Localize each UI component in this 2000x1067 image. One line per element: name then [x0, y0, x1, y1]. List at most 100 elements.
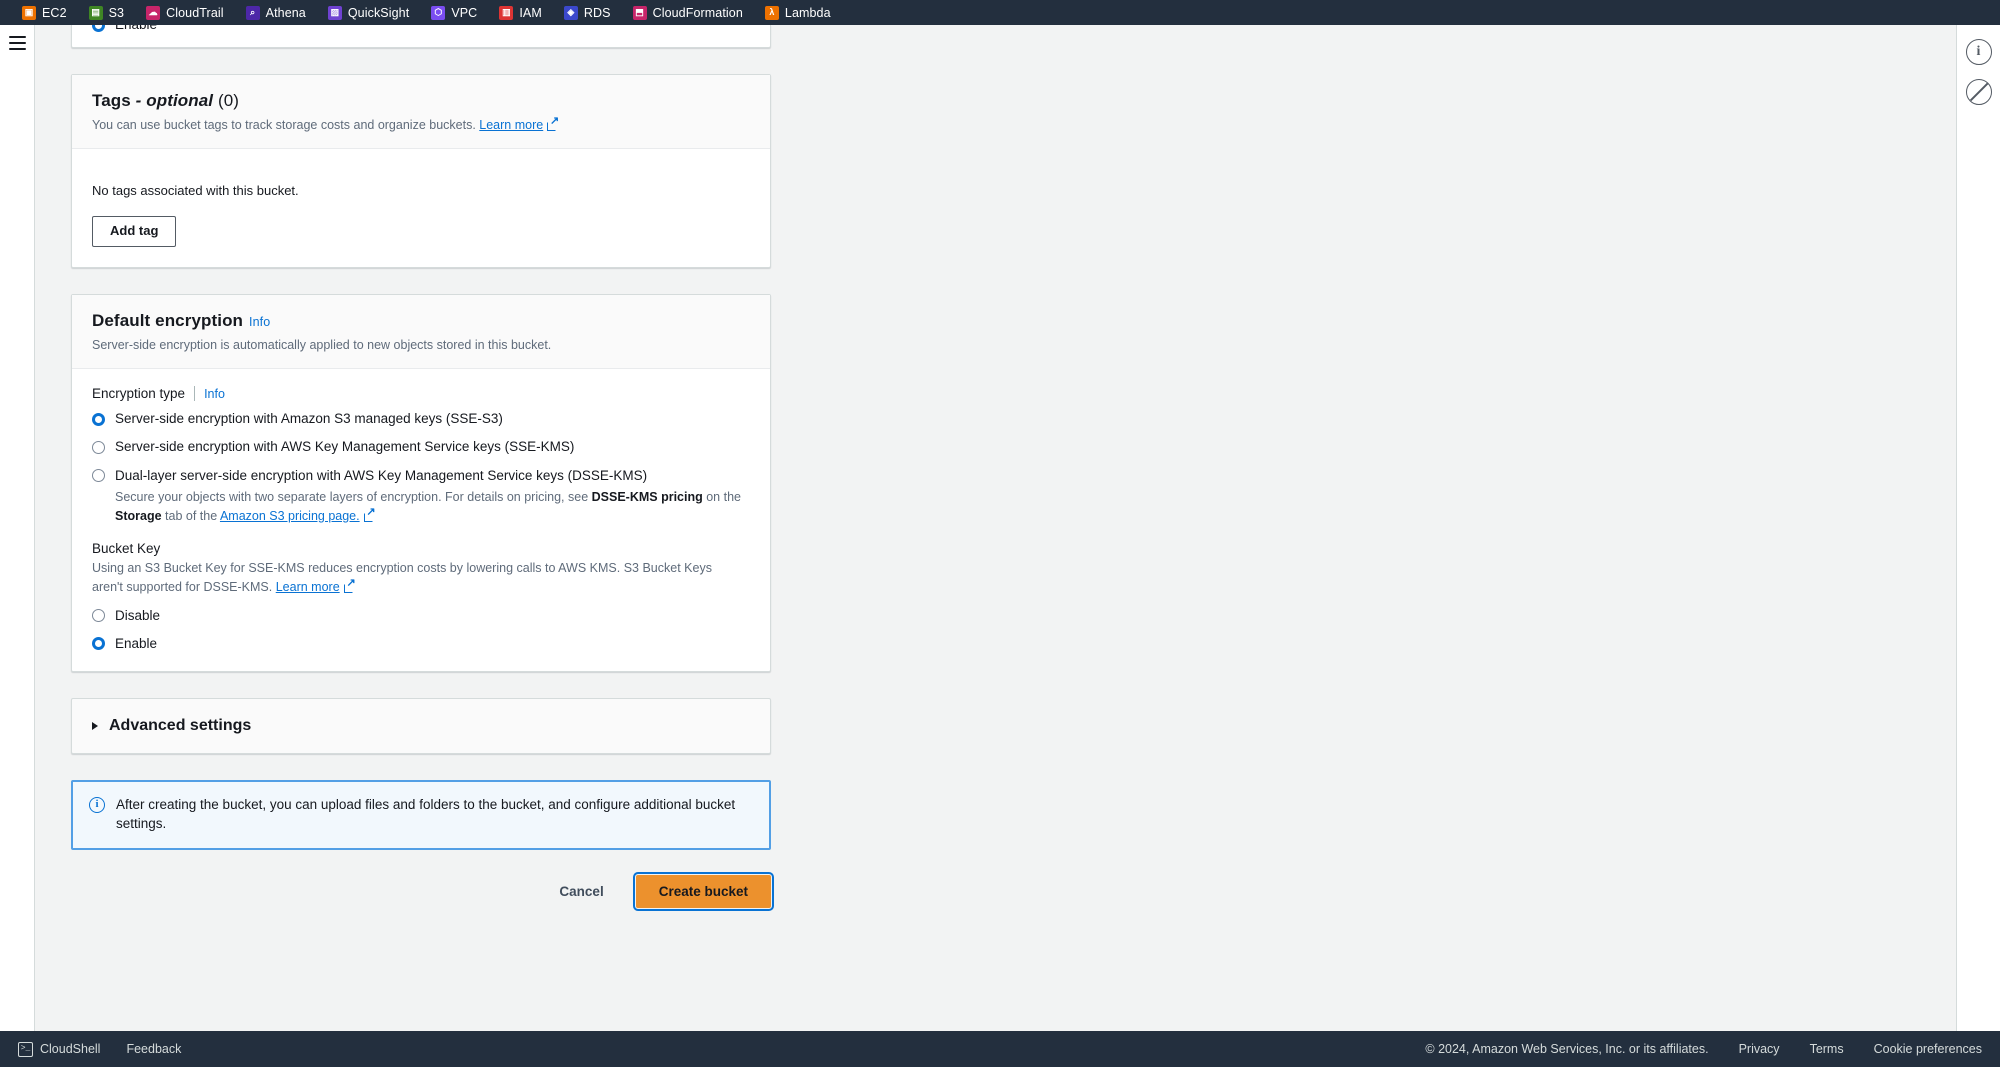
- cloudshell-button[interactable]: >_ CloudShell: [18, 1041, 101, 1057]
- cancel-button[interactable]: Cancel: [549, 878, 613, 905]
- no-entry-icon[interactable]: [1965, 79, 1992, 105]
- encryption-title-text: Default encryption: [92, 310, 244, 330]
- dsse-desc-part-a: Secure your objects with two separate la…: [115, 489, 592, 504]
- top-service-bar: ▣ EC2 ▤ S3 ☁ CloudTrail ⌕ Athena ▨ QuickSight ⬡ VPC…: [0, 0, 2000, 25]
- radio-bucket-key-disable[interactable]: [92, 609, 105, 623]
- radio-row-bucket-key-disable[interactable]: Disable: [92, 607, 750, 625]
- service-link-s3[interactable]: ▤ S3: [88, 5, 125, 20]
- service-label: EC2: [42, 5, 67, 20]
- radio-dsse-kms[interactable]: [92, 469, 105, 483]
- dsse-desc-part-e: tab of the: [161, 508, 220, 523]
- tags-empty-message: No tags associated with this bucket.: [92, 183, 299, 199]
- service-label: VPC: [451, 5, 478, 20]
- radio-row-enable-partial[interactable]: Enable: [92, 25, 157, 34]
- advanced-settings-expandable[interactable]: Advanced settings: [71, 698, 771, 755]
- athena-icon: ⌕: [245, 5, 260, 20]
- radio-sse-kms[interactable]: [92, 440, 105, 454]
- iam-icon: ▥: [499, 5, 514, 20]
- dsse-desc-part-c: on the: [702, 489, 741, 504]
- footer-bar: >_ CloudShell Feedback © 2024, Amazon We…: [0, 1031, 2000, 1067]
- bucket-key-learn-more-link[interactable]: Learn more: [276, 580, 340, 594]
- create-bucket-button[interactable]: Create bucket: [632, 871, 775, 911]
- cloudshell-icon: >_: [18, 1041, 33, 1057]
- encryption-type-label-row: Encryption type Info: [92, 386, 750, 402]
- service-link-ec2[interactable]: ▣ EC2: [22, 5, 67, 20]
- service-link-athena[interactable]: ⌕ Athena: [245, 5, 306, 20]
- service-link-cloudtrail[interactable]: ☁ CloudTrail: [146, 5, 224, 20]
- quicksight-icon: ▨: [327, 5, 342, 20]
- encryption-card-header: Default encryption Info Server-side encry…: [72, 294, 770, 370]
- external-link-icon: [363, 507, 376, 522]
- radio-label-enable-partial: Enable: [115, 25, 157, 34]
- tags-learn-more-link[interactable]: Learn more: [479, 118, 543, 132]
- s3-pricing-page-link[interactable]: Amazon S3 pricing page.: [220, 509, 360, 523]
- external-link-icon: [343, 578, 356, 593]
- radio-enable-partial[interactable]: [92, 25, 105, 32]
- radio-row-sse-kms[interactable]: Server-side encryption with AWS Key Mana…: [92, 438, 750, 456]
- radio-label-dsse-kms: Dual-layer server-side encryption with A…: [115, 467, 648, 483]
- radio-row-dsse-kms[interactable]: Dual-layer server-side encryption with A…: [92, 467, 750, 485]
- service-link-cloudformation[interactable]: ⬒ CloudFormation: [632, 5, 743, 20]
- default-encryption-card: Default encryption Info Server-side encry…: [71, 293, 771, 673]
- service-link-quicksight[interactable]: ▨ QuickSight: [327, 5, 410, 20]
- cloudshell-label: CloudShell: [40, 1042, 101, 1056]
- tags-description-text: You can use bucket tags to track storage…: [92, 118, 476, 132]
- service-link-rds[interactable]: ◈ RDS: [563, 5, 611, 20]
- tags-description: You can use bucket tags to track storage…: [92, 116, 750, 134]
- object-lock-card-partial: Enable: [71, 25, 771, 48]
- tags-card-body: No tags associated with this bucket. Add…: [72, 149, 770, 267]
- menu-icon[interactable]: [9, 36, 26, 50]
- lambda-icon: λ: [764, 5, 779, 20]
- service-label: CloudTrail: [166, 5, 224, 20]
- dsse-pricing-bold: DSSE-KMS pricing: [591, 489, 703, 504]
- radio-bucket-key-enable[interactable]: [92, 637, 105, 651]
- form-actions: Cancel Create bucket: [71, 871, 775, 911]
- footer-left-group: >_ CloudShell Feedback: [18, 1041, 181, 1057]
- tags-title: Tags - optional (0): [92, 91, 750, 111]
- dsse-kms-description: Secure your objects with two separate la…: [115, 488, 750, 526]
- service-link-vpc[interactable]: ⬡ VPC: [431, 5, 478, 20]
- cookie-preferences-link[interactable]: Cookie preferences: [1874, 1042, 1982, 1056]
- info-icon[interactable]: i: [1965, 39, 1992, 65]
- feedback-link[interactable]: Feedback: [126, 1042, 181, 1056]
- add-tag-button[interactable]: Add tag: [92, 216, 177, 247]
- vpc-icon: ⬡: [431, 5, 446, 20]
- radio-label-sse-kms: Server-side encryption with AWS Key Mana…: [115, 439, 575, 455]
- radio-label-bucket-key-enable: Enable: [115, 635, 158, 651]
- service-label: CloudFormation: [652, 5, 743, 20]
- bucket-key-desc-text: Using an S3 Bucket Key for SSE-KMS reduc…: [92, 561, 712, 594]
- service-label: S3: [108, 5, 125, 20]
- encryption-type-label: Encryption type: [92, 386, 186, 402]
- radio-row-sse-s3[interactable]: Server-side encryption with Amazon S3 ma…: [92, 410, 750, 428]
- radio-label-sse-s3: Server-side encryption with Amazon S3 ma…: [115, 411, 503, 427]
- service-link-iam[interactable]: ▥ IAM: [499, 5, 542, 20]
- tags-count: (0): [213, 91, 240, 110]
- privacy-link[interactable]: Privacy: [1739, 1042, 1780, 1056]
- radio-row-bucket-key-enable[interactable]: Enable: [92, 635, 750, 653]
- left-rail: [0, 25, 35, 1067]
- rds-icon: ◈: [563, 5, 578, 20]
- encryption-info-link[interactable]: Info: [249, 315, 270, 329]
- service-label: QuickSight: [347, 5, 410, 20]
- cloudformation-icon: ⬒: [632, 5, 647, 20]
- tags-card: Tags - optional (0) You can use bucket t…: [71, 74, 771, 268]
- encryption-card-body: Encryption type Info Server-side encrypt…: [72, 369, 770, 671]
- radio-sse-s3[interactable]: [92, 412, 105, 426]
- encryption-type-info-link[interactable]: Info: [204, 387, 225, 401]
- dsse-storage-bold: Storage: [115, 508, 162, 523]
- encryption-description: Server-side encryption is automatically …: [92, 337, 552, 352]
- s3-icon: ▤: [88, 5, 103, 20]
- info-alert-message: After creating the bucket, you can uploa…: [116, 797, 736, 832]
- cloudtrail-icon: ☁: [146, 5, 161, 20]
- tags-card-header: Tags - optional (0) You can use bucket t…: [72, 75, 770, 150]
- external-link-icon: [547, 116, 559, 131]
- tags-optional-text: - optional: [130, 91, 214, 110]
- encryption-title: Default encryption Info: [92, 311, 750, 331]
- copyright-text: © 2024, Amazon Web Services, Inc. or its…: [1425, 1042, 1709, 1056]
- service-link-lambda[interactable]: λ Lambda: [764, 5, 831, 20]
- tags-title-text: Tags: [92, 91, 131, 110]
- advanced-settings-label: Advanced settings: [109, 717, 252, 735]
- label-divider: [194, 386, 196, 402]
- service-label: IAM: [519, 5, 542, 20]
- terms-link[interactable]: Terms: [1810, 1042, 1844, 1056]
